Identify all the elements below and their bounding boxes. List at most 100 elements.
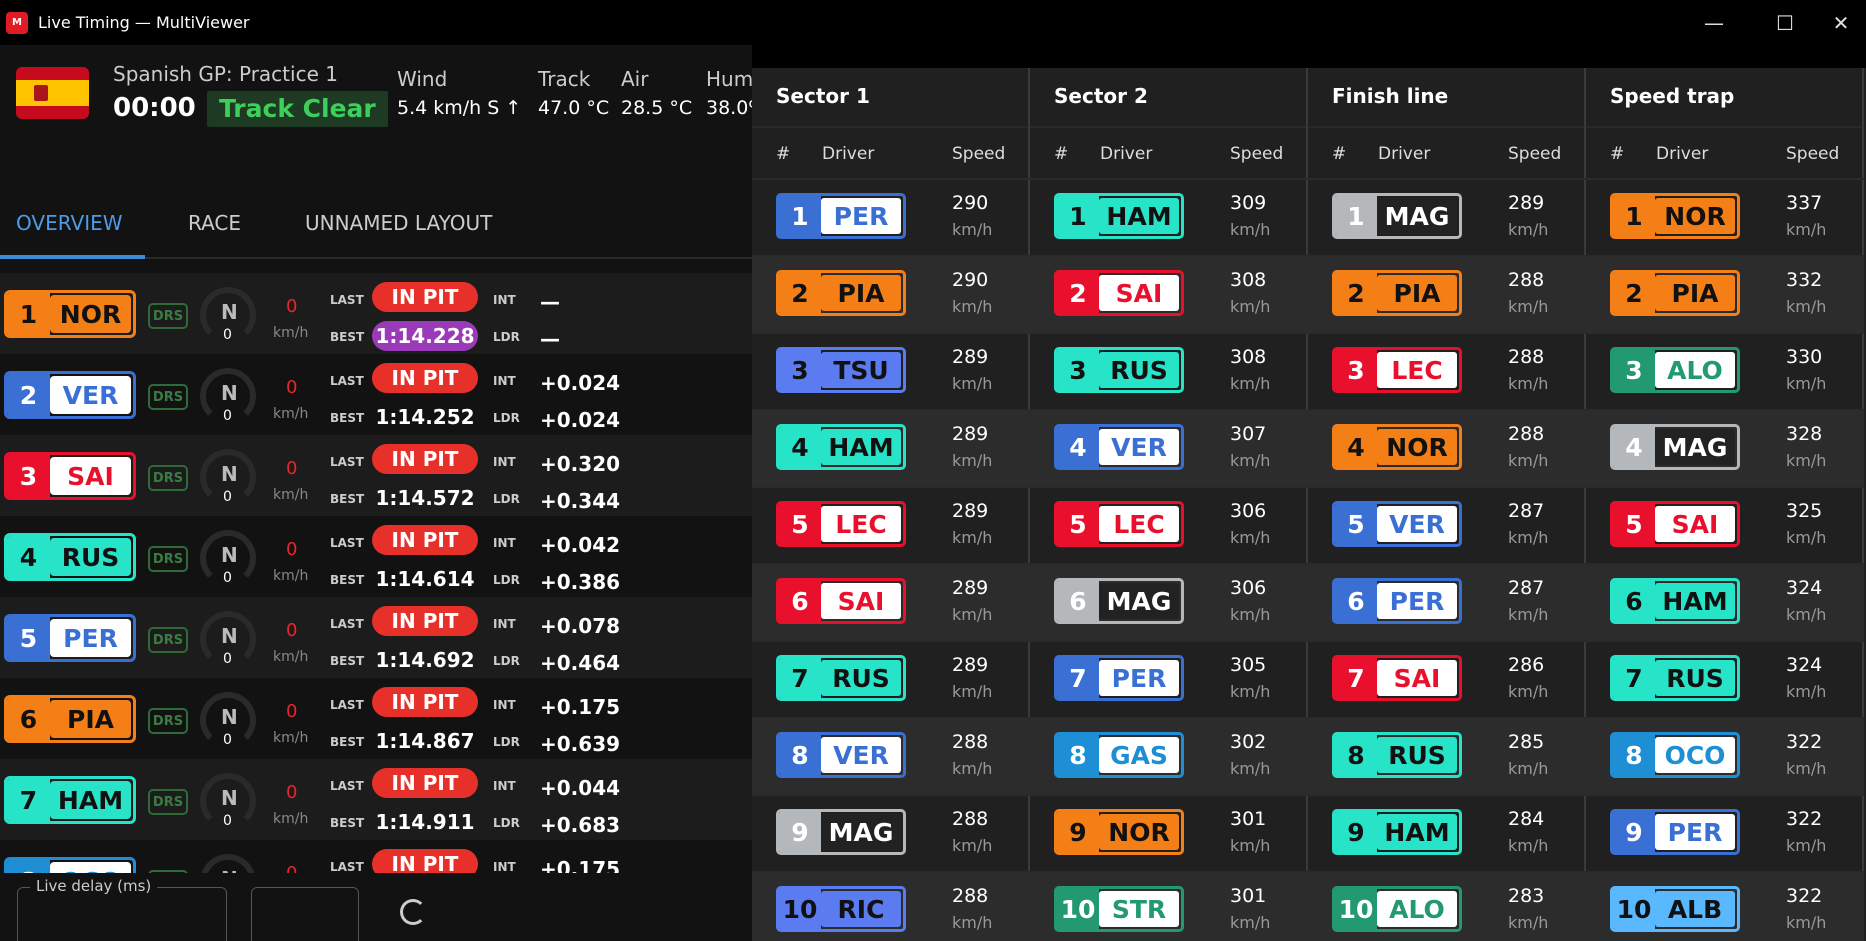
driver-badge[interactable]: 4 NOR: [1332, 424, 1462, 470]
speed-row[interactable]: 1 MAG 289 km/h: [1308, 178, 1586, 255]
driver-badge[interactable]: 5 LEC: [1054, 501, 1184, 547]
speed-row[interactable]: 10 ALB 322 km/h: [1586, 871, 1864, 941]
live-delay-input[interactable]: [17, 887, 227, 941]
speed-row[interactable]: 6 MAG 306 km/h: [1030, 563, 1308, 640]
driver-badge[interactable]: 7 PER: [1054, 655, 1184, 701]
speed-row[interactable]: 10 ALO 283 km/h: [1308, 871, 1586, 941]
speed-row[interactable]: 3 TSU 289 km/h: [752, 332, 1030, 409]
speed-row[interactable]: 8 RUS 285 km/h: [1308, 717, 1586, 794]
speed-row[interactable]: 8 VER 288 km/h: [752, 717, 1030, 794]
driver-badge[interactable]: 1 NOR: [4, 290, 136, 338]
speed-row[interactable]: 5 LEC 306 km/h: [1030, 486, 1308, 563]
driver-row[interactable]: 3 SAI DRS N 0 0 km/h LAST IN PIT BEST 1:14.572 INT +…: [0, 435, 752, 516]
driver-badge[interactable]: 3 TSU: [776, 347, 906, 393]
driver-badge[interactable]: 5 VER: [1332, 501, 1462, 547]
driver-badge[interactable]: 7 HAM: [4, 776, 136, 824]
driver-badge[interactable]: 1 NOR: [1610, 193, 1740, 239]
tab-unnamed-layout[interactable]: UNNAMED LAYOUT: [305, 211, 492, 235]
driver-badge[interactable]: 10 ALO: [1332, 886, 1462, 932]
driver-row[interactable]: 4 RUS DRS N 0 0 km/h LAST IN PIT BEST 1:14.614 INT +…: [0, 516, 752, 597]
tab-overview[interactable]: OVERVIEW: [16, 211, 123, 235]
driver-badge[interactable]: 6 PER: [1332, 578, 1462, 624]
speed-row[interactable]: 5 LEC 289 km/h: [752, 486, 1030, 563]
speed-row[interactable]: 1 PER 290 km/h: [752, 178, 1030, 255]
speed-row[interactable]: 9 MAG 288 km/h: [752, 794, 1030, 871]
speed-row[interactable]: 5 SAI 325 km/h: [1586, 486, 1864, 563]
driver-badge[interactable]: 4 MAG: [1610, 424, 1740, 470]
driver-badge[interactable]: 3 ALO: [1610, 347, 1740, 393]
driver-badge[interactable]: 2 VER: [4, 371, 136, 419]
speed-row[interactable]: 4 MAG 328 km/h: [1586, 409, 1864, 486]
driver-badge[interactable]: 8 GAS: [1054, 732, 1184, 778]
speed-row[interactable]: 4 HAM 289 km/h: [752, 409, 1030, 486]
driver-badge[interactable]: 6 PIA: [4, 695, 136, 743]
driver-badge[interactable]: 3 LEC: [1332, 347, 1462, 393]
tab-race[interactable]: RACE: [188, 211, 241, 235]
speed-row[interactable]: 6 PER 287 km/h: [1308, 563, 1586, 640]
driver-badge[interactable]: 4 RUS: [4, 533, 136, 581]
speed-row[interactable]: 1 NOR 337 km/h: [1586, 178, 1864, 255]
driver-badge[interactable]: 2 PIA: [1610, 270, 1740, 316]
driver-badge[interactable]: 9 NOR: [1054, 809, 1184, 855]
driver-badge[interactable]: 9 PER: [1610, 809, 1740, 855]
driver-badge[interactable]: 5 LEC: [776, 501, 906, 547]
driver-badge[interactable]: 10 STR: [1054, 886, 1184, 932]
driver-badge[interactable]: 6 SAI: [776, 578, 906, 624]
driver-badge[interactable]: 10 RIC: [776, 886, 906, 932]
speed-row[interactable]: 1 HAM 309 km/h: [1030, 178, 1308, 255]
speed-row[interactable]: 9 HAM 284 km/h: [1308, 794, 1586, 871]
speed-row[interactable]: 3 RUS 308 km/h: [1030, 332, 1308, 409]
driver-badge[interactable]: 5 SAI: [1610, 501, 1740, 547]
driver-badge[interactable]: 10 ALB: [1610, 886, 1740, 932]
driver-row[interactable]: 1 NOR DRS N 0 0 km/h LAST IN PIT BEST 1:14.228 INT —…: [0, 273, 752, 354]
driver-badge[interactable]: 6 MAG: [1054, 578, 1184, 624]
driver-badge[interactable]: 6 HAM: [1610, 578, 1740, 624]
speed-row[interactable]: 8 GAS 302 km/h: [1030, 717, 1308, 794]
speed-row[interactable]: 3 LEC 288 km/h: [1308, 332, 1586, 409]
driver-badge[interactable]: 3 RUS: [1054, 347, 1184, 393]
speed-row[interactable]: 7 RUS 289 km/h: [752, 640, 1030, 717]
speed-row[interactable]: 7 RUS 324 km/h: [1586, 640, 1864, 717]
driver-badge[interactable]: 8 RUS: [1332, 732, 1462, 778]
speed-row[interactable]: 4 VER 307 km/h: [1030, 409, 1308, 486]
speed-row[interactable]: 7 PER 305 km/h: [1030, 640, 1308, 717]
speed-row[interactable]: 3 ALO 330 km/h: [1586, 332, 1864, 409]
speed-row[interactable]: 4 NOR 288 km/h: [1308, 409, 1586, 486]
driver-badge[interactable]: 2 PIA: [776, 270, 906, 316]
driver-badge[interactable]: 8OCO: [1610, 732, 1740, 778]
speed-row[interactable]: 2 PIA 290 km/h: [752, 255, 1030, 332]
maximize-icon[interactable]: ☐: [1755, 0, 1815, 45]
close-icon[interactable]: ✕: [1816, 0, 1866, 45]
driver-badge[interactable]: 5 PER: [4, 614, 136, 662]
minimize-icon[interactable]: —: [1684, 0, 1744, 45]
speed-row[interactable]: 6 HAM 324 km/h: [1586, 563, 1864, 640]
speed-row[interactable]: 10 RIC 288 km/h: [752, 871, 1030, 941]
driver-badge[interactable]: 2 SAI: [1054, 270, 1184, 316]
driver-row[interactable]: 7 HAM DRS N 0 0 km/h LAST IN PIT BEST 1:14.911 INT +…: [0, 759, 752, 840]
speed-row[interactable]: 8 OCO 322 km/h: [1586, 717, 1864, 794]
driver-badge[interactable]: 8 VER: [776, 732, 906, 778]
speed-row[interactable]: 2 PIA 332 km/h: [1586, 255, 1864, 332]
driver-badge[interactable]: 7 RUS: [1610, 655, 1740, 701]
speed-row[interactable]: 7 SAI 286 km/h: [1308, 640, 1586, 717]
driver-badge[interactable]: 4 HAM: [776, 424, 906, 470]
driver-badge[interactable]: 1 PER: [776, 193, 906, 239]
speed-row[interactable]: 2 SAI 308 km/h: [1030, 255, 1308, 332]
driver-badge[interactable]: 1 HAM: [1054, 193, 1184, 239]
driver-badge[interactable]: 9 HAM: [1332, 809, 1462, 855]
speed-row[interactable]: 9 PER 322 km/h: [1586, 794, 1864, 871]
speed-row[interactable]: 5 VER 287 km/h: [1308, 486, 1586, 563]
driver-badge[interactable]: 7 SAI: [1332, 655, 1462, 701]
driver-badge[interactable]: 4 VER: [1054, 424, 1184, 470]
driver-row[interactable]: 5 PER DRS N 0 0 km/h LAST IN PIT BEST 1:14.692 INT +…: [0, 597, 752, 678]
speed-row[interactable]: 9 NOR 301 km/h: [1030, 794, 1308, 871]
apply-button[interactable]: [251, 887, 359, 941]
driver-badge[interactable]: 1 MAG: [1332, 193, 1462, 239]
driver-badge[interactable]: 9 MAG: [776, 809, 906, 855]
driver-row[interactable]: 2 VER DRS N 0 0 km/h LAST IN PIT BEST 1:14.252 INT +…: [0, 354, 752, 435]
driver-badge[interactable]: 7 RUS: [776, 655, 906, 701]
speed-row[interactable]: 2 PIA 288 km/h: [1308, 255, 1586, 332]
driver-badge[interactable]: 2 PIA: [1332, 270, 1462, 316]
driver-row[interactable]: 6 PIA DRS N 0 0 km/h LAST IN PIT BEST 1:14.867 INT +…: [0, 678, 752, 759]
speed-row[interactable]: 6 SAI 289 km/h: [752, 563, 1030, 640]
